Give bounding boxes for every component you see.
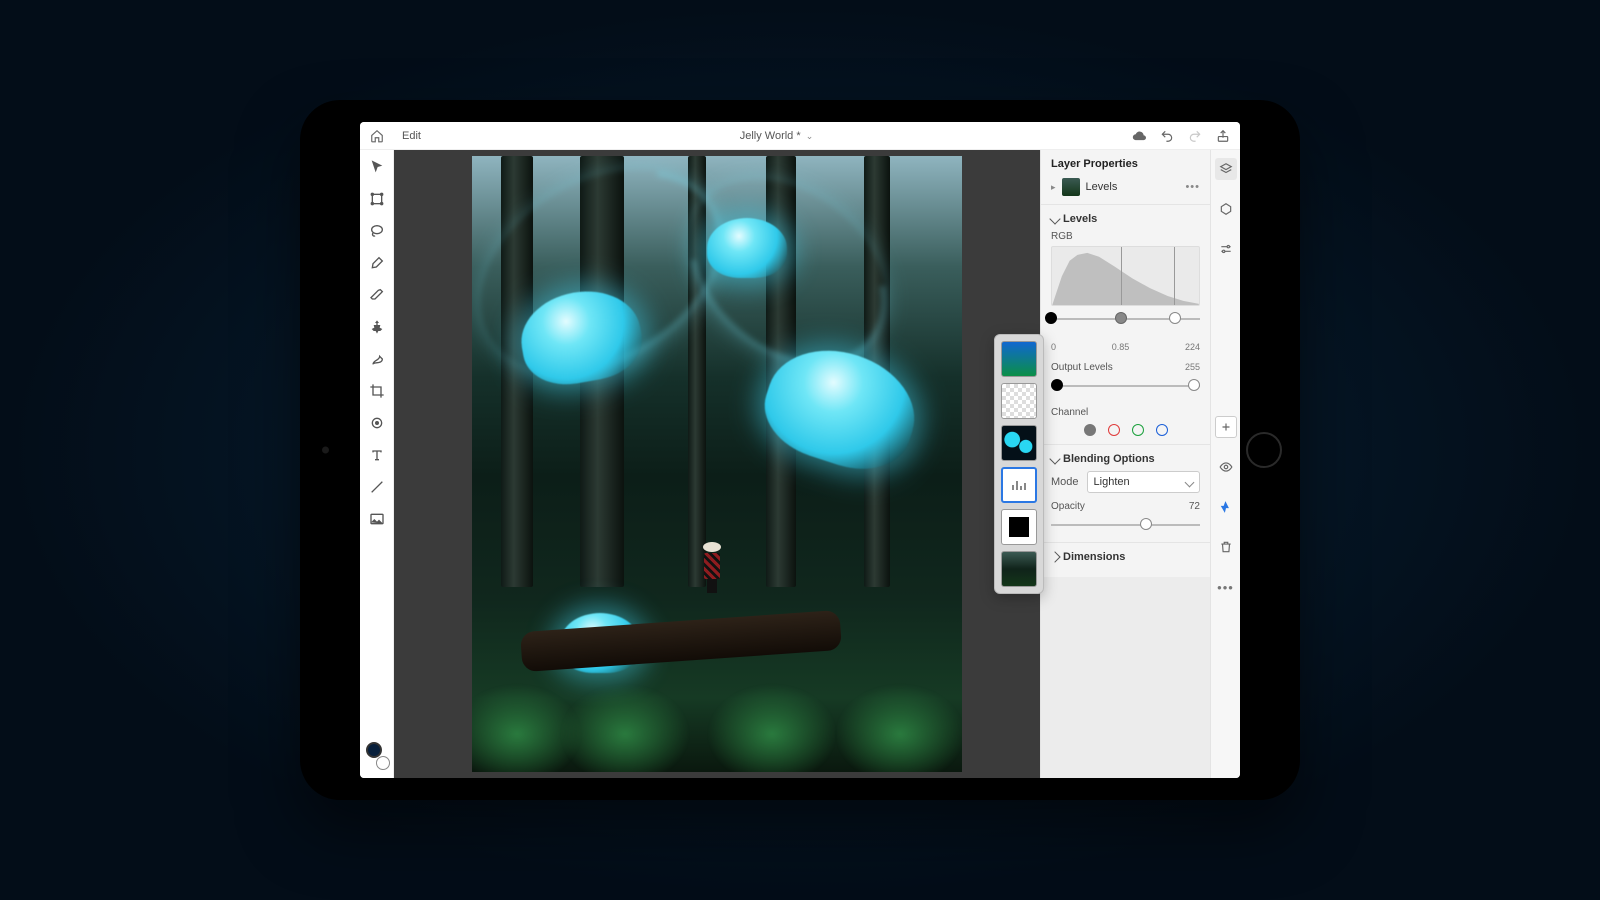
histogram[interactable] xyxy=(1051,246,1200,306)
ipad-home-button[interactable] xyxy=(1246,432,1282,468)
undo-icon[interactable] xyxy=(1160,129,1174,143)
input-black-value: 0 xyxy=(1051,342,1056,352)
document-title[interactable]: Jelly World * ⌄ xyxy=(421,130,1132,142)
ipad-frame: Edit Jelly World * ⌄ xyxy=(300,100,1300,800)
channel-rgb[interactable] xyxy=(1084,424,1096,436)
layer-thumb-jellies[interactable] xyxy=(1001,425,1037,461)
canvas-area[interactable] xyxy=(394,150,1040,778)
shape-tool[interactable] xyxy=(368,414,386,432)
input-mid-knob[interactable] xyxy=(1115,312,1127,324)
dimensions-section-toggle[interactable]: Dimensions xyxy=(1051,551,1200,563)
chevron-down-icon xyxy=(1185,477,1195,487)
channel-blue[interactable] xyxy=(1156,424,1168,436)
smudge-tool[interactable] xyxy=(368,350,386,368)
type-tool[interactable] xyxy=(368,446,386,464)
brush-tool[interactable] xyxy=(368,254,386,272)
active-layer-row[interactable]: ▸ Levels ••• xyxy=(1041,174,1210,204)
lasso-tool[interactable] xyxy=(368,222,386,240)
layer-thumb-levels[interactable] xyxy=(1001,467,1037,503)
opacity-slider[interactable] xyxy=(1051,518,1200,534)
fx-icon[interactable] xyxy=(1215,496,1237,518)
cloud-icon[interactable] xyxy=(1132,129,1146,143)
crop-tool[interactable] xyxy=(368,382,386,400)
input-white-value: 224 xyxy=(1185,342,1200,352)
output-black-knob[interactable] xyxy=(1051,379,1063,391)
move-tool[interactable] xyxy=(368,158,386,176)
layer-thumb-mask[interactable] xyxy=(1001,509,1037,545)
input-black-knob[interactable] xyxy=(1045,312,1057,324)
canvas[interactable] xyxy=(472,156,962,772)
chevron-down-icon: ⌄ xyxy=(806,131,814,141)
active-layer-name: Levels xyxy=(1086,181,1118,193)
right-toolbar: ••• xyxy=(1210,150,1240,778)
top-bar: Edit Jelly World * ⌄ xyxy=(360,122,1240,150)
layer-thumb-transparent[interactable] xyxy=(1001,383,1037,419)
layer-thumb-gradient[interactable] xyxy=(1001,341,1037,377)
input-mid-value: 0.85 xyxy=(1112,342,1130,352)
channel-heading: Channel xyxy=(1051,407,1200,418)
input-white-knob[interactable] xyxy=(1169,312,1181,324)
output-white-knob[interactable] xyxy=(1188,379,1200,391)
output-levels-slider[interactable] xyxy=(1051,379,1200,395)
panel-header: Layer Properties xyxy=(1041,150,1210,174)
clone-tool[interactable] xyxy=(368,318,386,336)
layer-mini-thumb xyxy=(1062,178,1080,196)
opacity-knob[interactable] xyxy=(1140,518,1152,530)
layer-thumbnail-strip xyxy=(994,334,1044,594)
visibility-icon[interactable] xyxy=(1215,456,1237,478)
edit-menu[interactable]: Edit xyxy=(402,130,421,142)
blending-section: Blending Options Mode Lighten Opacity 72 xyxy=(1041,444,1210,542)
blend-mode-select[interactable]: Lighten xyxy=(1087,471,1200,493)
levels-section-toggle[interactable]: Levels xyxy=(1051,213,1200,225)
color-swatch[interactable] xyxy=(368,746,386,764)
channel-green[interactable] xyxy=(1132,424,1144,436)
levels-section: Levels RGB 0 0.85 xyxy=(1041,204,1210,444)
layers-panel-icon[interactable] xyxy=(1215,158,1237,180)
input-levels-slider[interactable] xyxy=(1051,312,1200,328)
output-white-value: 255 xyxy=(1185,362,1200,372)
adjustments-icon[interactable] xyxy=(1215,238,1237,260)
comments-icon[interactable] xyxy=(1215,198,1237,220)
home-icon[interactable] xyxy=(370,129,384,143)
mode-label: Mode xyxy=(1051,476,1079,488)
opacity-value: 72 xyxy=(1189,501,1200,512)
left-toolbar xyxy=(360,150,394,778)
channel-label: RGB xyxy=(1051,231,1200,242)
redo-icon[interactable] xyxy=(1188,129,1202,143)
more-icon[interactable]: ••• xyxy=(1215,576,1237,598)
app-screen: Edit Jelly World * ⌄ xyxy=(360,122,1240,778)
output-levels-label: Output Levels xyxy=(1051,362,1113,373)
transform-tool[interactable] xyxy=(368,190,386,208)
line-tool[interactable] xyxy=(368,478,386,496)
layer-thumb-forest[interactable] xyxy=(1001,551,1037,587)
trash-icon[interactable] xyxy=(1215,536,1237,558)
blending-section-toggle[interactable]: Blending Options xyxy=(1051,453,1200,465)
eraser-tool[interactable] xyxy=(368,286,386,304)
channel-selector xyxy=(1051,424,1200,436)
share-icon[interactable] xyxy=(1216,129,1230,143)
expand-icon: ▸ xyxy=(1051,182,1056,193)
properties-panel: Layer Properties ▸ Levels ••• Levels RGB xyxy=(1040,150,1210,778)
layer-more-icon[interactable]: ••• xyxy=(1185,181,1200,193)
add-layer-icon[interactable] xyxy=(1215,416,1237,438)
channel-red[interactable] xyxy=(1108,424,1120,436)
dimensions-section: Dimensions xyxy=(1041,542,1210,577)
opacity-label: Opacity xyxy=(1051,501,1085,512)
place-image-tool[interactable] xyxy=(368,510,386,528)
